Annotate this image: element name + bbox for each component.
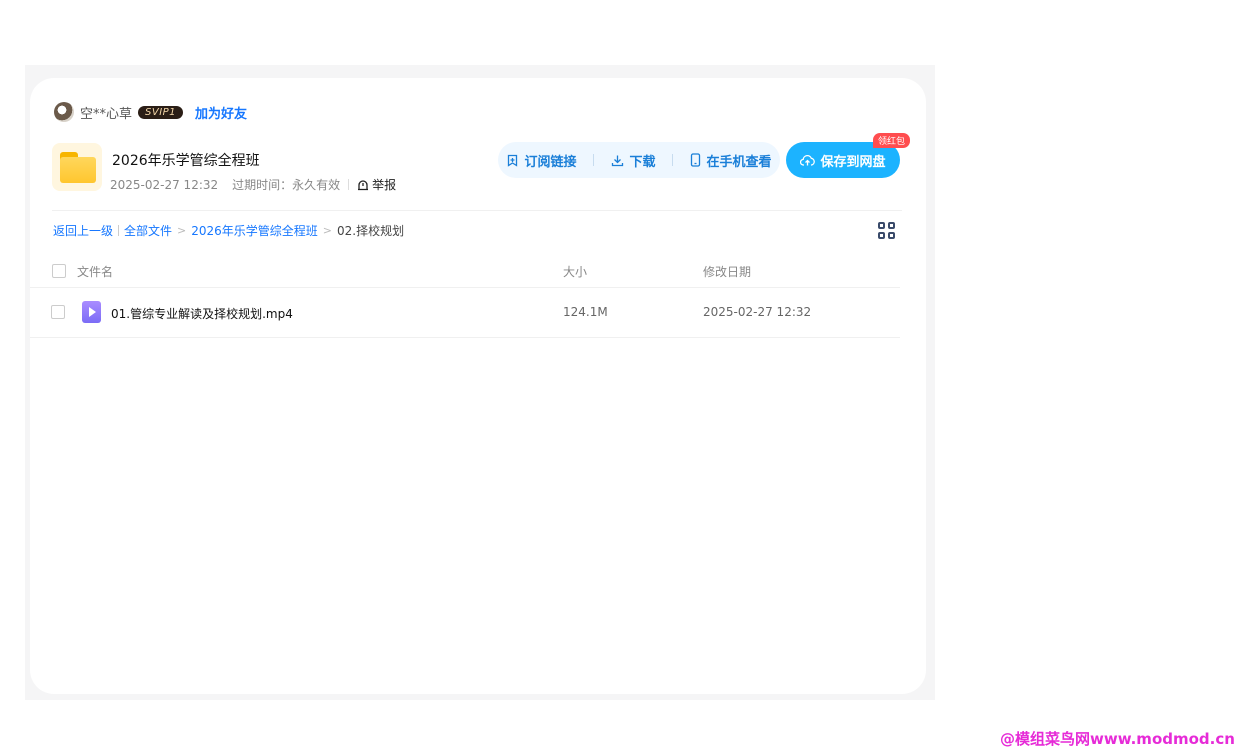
meta-divider (348, 179, 350, 190)
cloud-upload-icon (800, 154, 816, 166)
breadcrumb-current: 02.择校规划 (337, 224, 405, 238)
breadcrumb: 返回上一级 全部文件 > 2026年乐学管综全程班 > 02.择校规划 (53, 222, 404, 239)
download-icon (612, 155, 624, 166)
header-divider (52, 210, 902, 211)
file-date: 2025-02-27 12:32 (703, 305, 812, 319)
grid-view-icon[interactable] (878, 222, 896, 240)
breadcrumb-divider (118, 225, 120, 236)
table-row[interactable]: 01.管综专业解读及择校规划.mp4 124.1M 2025-02-27 12:… (30, 288, 900, 338)
file-size: 124.1M (563, 305, 608, 319)
report-label: 举报 (372, 178, 397, 192)
action-divider (672, 154, 674, 166)
subscribe-label: 订阅链接 (524, 154, 577, 170)
folder-title: 2026年乐学管综全程班 (112, 153, 260, 169)
download-label: 下载 (629, 154, 656, 170)
avatar[interactable] (54, 102, 74, 122)
share-expiry: 过期时间：永久有效 (232, 178, 341, 192)
action-pill: 订阅链接 下载 在手机查看 (498, 142, 780, 178)
view-on-mobile-button[interactable]: 在手机查看 (690, 151, 771, 170)
chevron-right-icon: > (322, 224, 333, 237)
share-date: 2025-02-27 12:32 (110, 177, 219, 192)
file-name[interactable]: 01.管综专业解读及择校规划.mp4 (111, 305, 293, 322)
action-divider (593, 154, 595, 166)
column-header-size[interactable]: 大小 (563, 263, 587, 280)
bookmark-icon (508, 154, 518, 167)
back-link[interactable]: 返回上一级 (53, 222, 113, 239)
share-meta: 2025-02-27 12:32 过期时间：永久有效 举报 (110, 176, 396, 193)
folder-icon (52, 143, 102, 191)
file-table-header: 文件名 大小 修改日期 (30, 256, 900, 288)
column-header-name[interactable]: 文件名 (77, 263, 113, 280)
row-checkbox[interactable] (51, 305, 65, 319)
video-file-icon (82, 301, 101, 323)
column-header-date[interactable]: 修改日期 (703, 263, 751, 280)
breadcrumb-all-files[interactable]: 全部文件 (124, 222, 172, 239)
save-label: 保存到网盘 (820, 154, 886, 170)
download-button[interactable]: 下载 (611, 151, 655, 170)
add-friend-link[interactable]: 加为好友 (195, 103, 247, 122)
mobile-label: 在手机查看 (706, 154, 772, 170)
username: 空**心草 (80, 106, 133, 122)
watermark: @模组菜鸟网www.modmod.cn (1000, 730, 1235, 748)
subscribe-link-button[interactable]: 订阅链接 (506, 151, 577, 170)
svip-badge: SVIP1 (138, 105, 184, 119)
user-row: 空**心草 SVIP1 加为好友 (54, 102, 247, 122)
redpack-badge[interactable]: 领红包 (873, 133, 911, 148)
chevron-right-icon: > (177, 224, 187, 237)
phone-icon (691, 153, 701, 167)
report-button[interactable]: 举报 (357, 176, 396, 193)
select-all-checkbox[interactable] (52, 264, 66, 278)
report-icon (358, 179, 369, 190)
breadcrumb-folder[interactable]: 2026年乐学管综全程班 (191, 222, 318, 239)
